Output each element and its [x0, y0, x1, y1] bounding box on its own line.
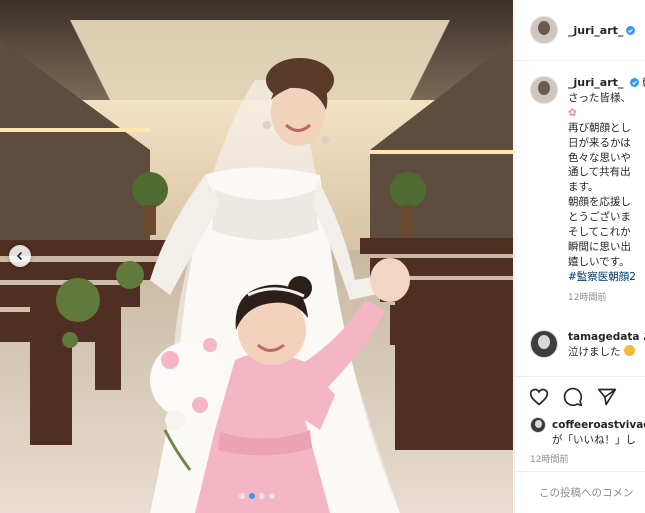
add-comment-field[interactable]: この投稿へのコメン: [515, 471, 645, 513]
comment-text: 泣けました: [568, 346, 621, 358]
author-username[interactable]: _juri_art_: [568, 24, 623, 37]
post-header: _juri_art_: [515, 0, 645, 61]
verified-badge-icon: [629, 78, 639, 87]
share-icon[interactable]: [597, 387, 617, 407]
commenter-avatar[interactable]: [530, 330, 558, 358]
carousel-indicator: [0, 493, 513, 499]
comment-icon[interactable]: [563, 387, 583, 407]
carousel-dot: [238, 493, 245, 499]
post-side-panel: _juri_art_ _juri_art_ 朝 さった皆様、 ✿ 再び朝顔とし …: [514, 0, 645, 513]
chevron-left-icon: [16, 251, 23, 261]
crying-face-emoji: [623, 345, 635, 356]
likes-summary: coffeeroastvivace が「いいね！」し: [530, 417, 645, 448]
post-photo[interactable]: [0, 0, 513, 513]
caption-line: 通して共有出: [568, 166, 631, 179]
caption-line: 再び朝顔とし: [568, 121, 631, 134]
caption-username[interactable]: _juri_art_: [568, 76, 623, 89]
caption-line: 嬉しいです。: [568, 255, 630, 268]
cherry-blossom-emoji: ✿: [568, 106, 577, 119]
likes-text[interactable]: が「いいね！」し: [530, 433, 645, 448]
post-caption: _juri_art_ 朝 さった皆様、 ✿ 再び朝顔とし 日が来るかは 色々な思…: [530, 76, 645, 306]
add-comment-placeholder: この投稿へのコメン: [539, 487, 634, 499]
post-actions: [515, 376, 645, 407]
caption-line: そしてこれか: [568, 226, 631, 239]
commenter-username[interactable]: tamagedata: [568, 331, 639, 343]
liker-avatar[interactable]: [530, 417, 546, 433]
caption-line: 色々な思いや: [568, 151, 631, 164]
caption-line: 日が来るかは: [568, 136, 631, 149]
carousel-prev-button[interactable]: [9, 245, 31, 267]
verified-badge-icon: [626, 25, 636, 35]
wedding-chapel-image: [0, 0, 513, 513]
caption-line: とうございま: [568, 211, 631, 224]
caption-line: さった皆様、: [568, 91, 631, 104]
carousel-dot: [268, 493, 275, 499]
hashtag-link[interactable]: #監察医朝顔2: [568, 270, 645, 285]
author-avatar[interactable]: [530, 16, 558, 44]
caption-author-avatar[interactable]: [530, 76, 558, 104]
caption-line: 瞬間に思い出: [568, 240, 631, 253]
carousel-dot-active: [248, 493, 255, 499]
carousel-dot: [258, 493, 265, 499]
heart-icon[interactable]: [529, 387, 549, 407]
comment-item: tamagedata あ 泣けました: [530, 330, 645, 360]
caption-timestamp: 12時間前: [568, 292, 607, 303]
liker-username[interactable]: coffeeroastvivace: [552, 418, 645, 433]
caption-line: ます。: [568, 181, 599, 194]
post-timestamp: 12時間前: [530, 455, 569, 465]
caption-line: 朝顔を応援し: [568, 196, 631, 209]
